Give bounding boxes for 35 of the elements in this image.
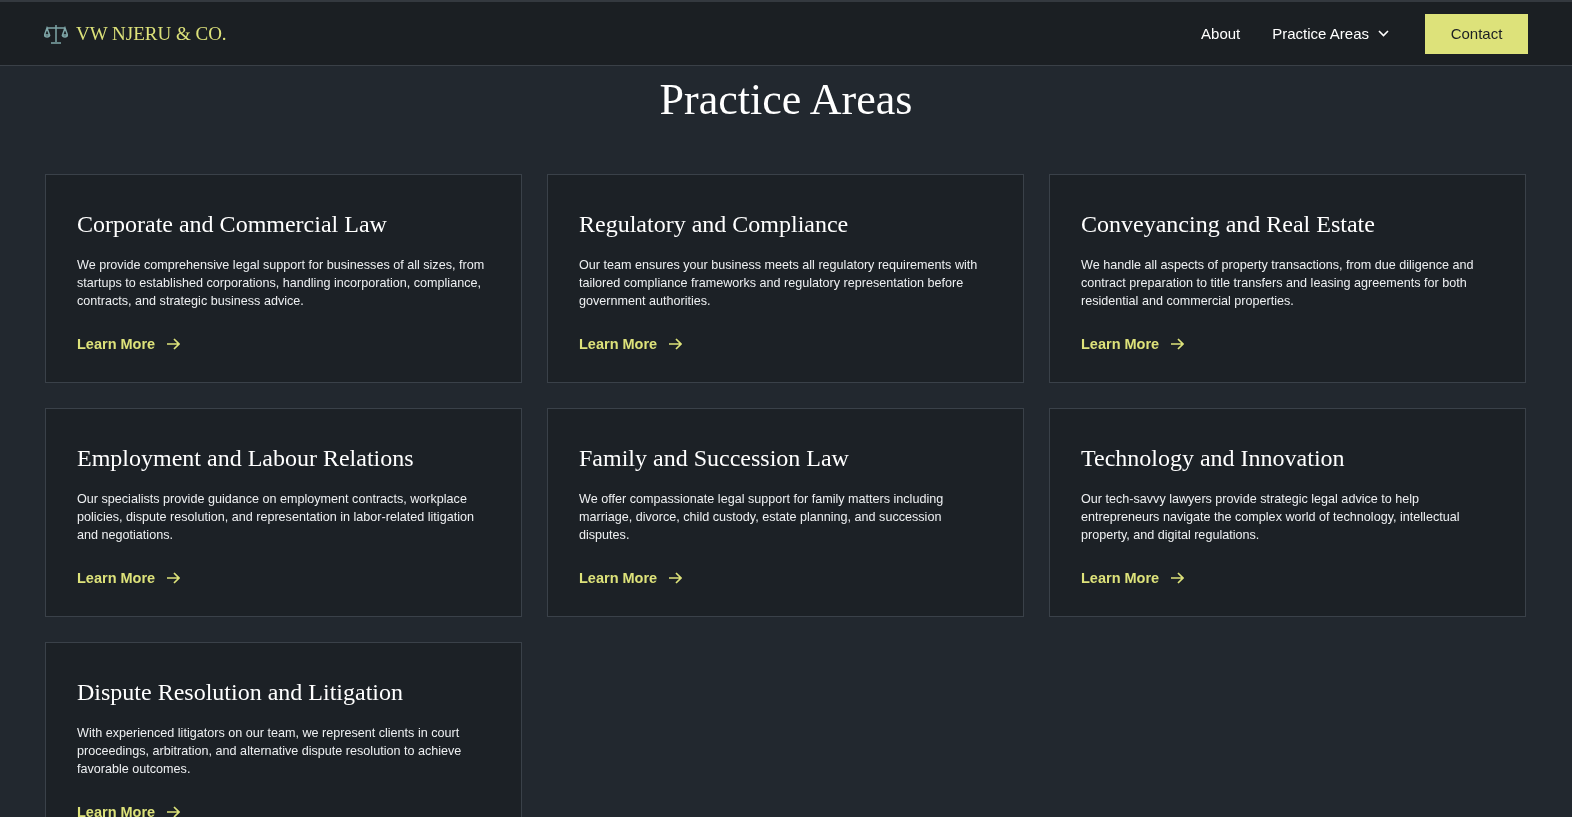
card-title: Conveyancing and Real Estate [1081, 210, 1376, 239]
card-title: Technology and Innovation [1081, 444, 1346, 473]
brand-name[interactable]: VW NJERU & CO. [76, 22, 227, 45]
arrow-right-icon [668, 338, 683, 350]
learn-more-link[interactable]: Learn More [579, 570, 683, 586]
card-description: Our team ensures your business meets all regulatory requirements with tailored compliance frameworks and regulatory representation before government authorities. [579, 257, 979, 310]
card-title: Employment and Labour Relations [77, 444, 415, 473]
card-title: Family and Succession Law [579, 444, 850, 473]
learn-more-link[interactable]: Learn More [77, 804, 181, 817]
arrow-right-icon [166, 338, 181, 350]
card-description: We offer compassionate legal support for family matters including marriage, divorce, child custody, estate planning, and succession disputes. [579, 491, 945, 544]
learn-more-link[interactable]: Learn More [579, 336, 683, 352]
chevron-down-icon [1378, 30, 1389, 37]
contact-button[interactable]: Contact [1425, 13, 1528, 54]
learn-more-link[interactable]: Learn More [1081, 570, 1185, 586]
nav-link[interactable]: About [1201, 25, 1241, 42]
card-title: Regulatory and Compliance [579, 210, 850, 239]
arrow-right-icon [668, 572, 683, 584]
card-title: Dispute Resolution and Litigation [77, 678, 404, 707]
arrow-right-icon [166, 572, 181, 584]
scales-icon [44, 22, 68, 45]
arrow-right-icon [166, 806, 181, 817]
page-title: Practice Areas [658, 74, 914, 126]
card-description: Our tech-savvy lawyers provide strategic legal advice to help entrepreneurs navigate the complex world of technology, intellectual property, and digital regulations. [1081, 491, 1461, 544]
card-description: Our specialists provide guidance on employment contracts, workplace policies, dispute resolution, and representation in labor-related litigation and negotiations. [77, 491, 475, 544]
card-description: We handle all aspects of property transactions, from due diligence and contract preparation to title transfers and leasing agreements for both residential and commercial properties. [1081, 257, 1475, 310]
learn-more-link[interactable]: Learn More [77, 570, 181, 586]
arrow-right-icon [1170, 338, 1185, 350]
nav-dropdown[interactable]: Practice Areas [1272, 25, 1389, 42]
learn-more-link[interactable]: Learn More [1081, 336, 1185, 352]
arrow-right-icon [1170, 572, 1185, 584]
card-description: We provide comprehensive legal support for businesses of all sizes, from startups to established corporations, handling incorporation, compliance, contracts, and strategic business advice. [77, 257, 486, 310]
card-title: Corporate and Commercial Law [77, 210, 388, 239]
learn-more-link[interactable]: Learn More [77, 336, 181, 352]
card-description: With experienced litigators on our team, we represent clients in court proceedings, arbitration, and alternative dispute resolution to achieve favorable outcomes. [77, 725, 463, 778]
